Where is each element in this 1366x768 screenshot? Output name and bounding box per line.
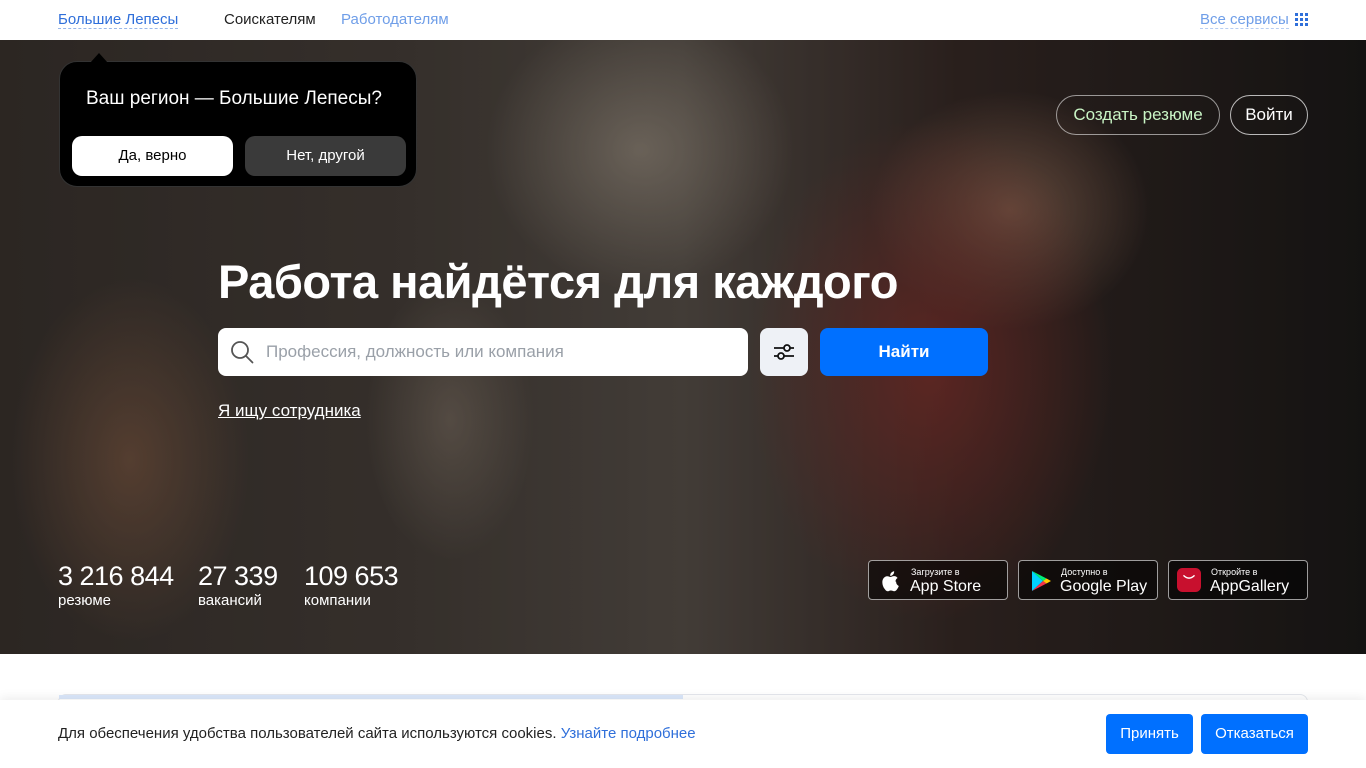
store-name: App Store [910,578,982,595]
cookie-decline-button[interactable]: Отказаться [1201,714,1308,754]
google-play-button[interactable]: Доступно в Google Play [1018,560,1158,600]
cookie-accept-button[interactable]: Принять [1106,714,1193,754]
create-resume-button[interactable]: Создать резюме [1056,95,1220,135]
search-icon [231,341,254,364]
grid-icon[interactable] [1295,13,1308,26]
store-name: AppGallery [1210,578,1290,595]
filters-button[interactable] [760,328,808,376]
stat-companies: 109 653 компании [304,561,399,610]
app-gallery-button[interactable]: Откройте в AppGallery [1168,560,1308,600]
apple-icon [882,571,899,592]
stat-label: компании [304,592,371,609]
store-name: Google Play [1060,578,1148,595]
filters-icon [774,344,794,360]
search-box [218,328,748,376]
store-caption: Загрузите в [911,567,960,577]
region-popup-title: Ваш регион — Большие Лепесы? [86,88,382,109]
region-popup: Ваш регион — Большие Лепесы? Да, верно Н… [59,53,417,187]
region-confirm-button[interactable]: Да, верно [72,136,233,176]
hero-banner: Ваш регион — Большие Лепесы? Да, верно Н… [0,40,1366,654]
nav-employers[interactable]: Работодателям [341,11,449,28]
nav-seekers[interactable]: Соискателям [224,11,316,28]
content-card-accent [59,695,683,699]
find-button[interactable]: Найти [820,328,988,376]
huawei-icon [1177,568,1201,592]
stat-value: 3 216 844 [58,561,174,591]
region-change-button[interactable]: Нет, другой [245,136,406,176]
stat-label: вакансий [198,592,262,609]
store-caption: Доступно в [1061,567,1108,577]
cookie-text: Для обеспечения удобства пользователей с… [58,725,557,742]
search-input[interactable] [266,328,736,376]
cookie-learn-more-link[interactable]: Узнайте подробнее [561,725,696,742]
cookie-banner: Для обеспечения удобства пользователей с… [0,700,1366,768]
app-store-button[interactable]: Загрузите в App Store [868,560,1008,600]
stat-resumes: 3 216 844 резюме [58,561,174,610]
cookie-message: Для обеспечения удобства пользователей с… [58,725,696,743]
stat-value: 109 653 [304,561,399,591]
stat-vacancies: 27 339 вакансий [198,561,278,610]
hero-title: Работа найдётся для каждого [218,255,898,308]
login-button[interactable]: Войти [1230,95,1308,135]
top-navigation: Большие Лепесы Соискателям Работодателям… [0,0,1366,40]
store-caption: Откройте в [1211,567,1258,577]
region-link[interactable]: Большие Лепесы [58,11,179,29]
stat-value: 27 339 [198,561,278,591]
employer-link[interactable]: Я ищу сотрудника [218,401,361,421]
all-services-link[interactable]: Все сервисы [1200,11,1289,29]
google-play-icon [1032,571,1051,591]
stat-label: резюме [58,592,111,609]
